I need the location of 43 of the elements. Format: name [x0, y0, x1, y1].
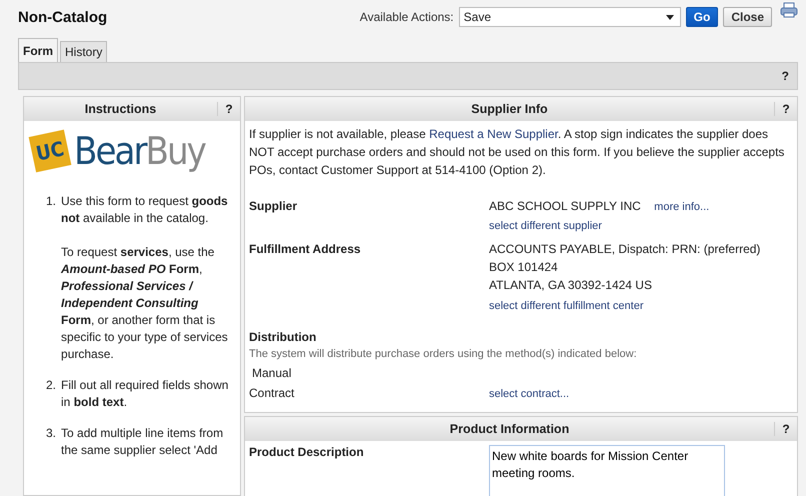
instruction-text: To add multiple line items from the same supplier select 'Add — [61, 425, 224, 459]
notice-text: If supplier is not available, please Request a New Supplier. A stop sign indicates the supplier does NOT accept purchase orders and should not be used on this form. If you believe the supplier accepts POs, contact Customer Support at 514-4100 (Option 2). — [249, 126, 786, 179]
close-button[interactable]: Close — [723, 7, 772, 27]
print-icon[interactable] — [780, 2, 798, 18]
instruction-text: Fill out all required fields shown in bold text. — [61, 377, 230, 411]
change-supplier-link[interactable]: select different supplier — [489, 220, 602, 232]
address-line: BOX 101424 — [489, 260, 559, 275]
request-supplier-link[interactable]: Request a New Supplier — [429, 127, 558, 141]
help-button[interactable]: ? — [782, 69, 789, 83]
instruction-text: Use this form to request goods not available in the catalog. — [61, 193, 229, 227]
more-info-link[interactable]: more info... — [654, 201, 710, 213]
go-button[interactable]: Go — [686, 7, 718, 27]
logo-wordmark: BearBuy — [74, 129, 205, 173]
list-number: 2. — [46, 377, 56, 394]
list-number: 3. — [46, 425, 56, 442]
caret-icon — [666, 14, 674, 20]
field-label: Fulfillment Address — [249, 242, 362, 258]
window-title: Non-Catalog — [18, 8, 108, 26]
help-button[interactable]: ? — [217, 102, 240, 116]
tab[interactable]: History — [60, 41, 108, 62]
address-line: ACCOUNTS PAYABLE, Dispatch: PRN: (preferred) — [489, 242, 762, 257]
help-button[interactable]: ? — [774, 102, 797, 116]
list-number: 1. — [46, 193, 56, 210]
field-label: Contract — [249, 386, 296, 400]
supplier-name: ABC SCHOOL SUPPLY INC — [489, 199, 641, 213]
distribution-method: Manual — [252, 366, 292, 380]
distribution-note: The system will distribute purchase orders using the method(s) indicated below: — [249, 348, 638, 360]
logo-badge: UC — [28, 130, 72, 172]
section-label: Distribution — [249, 330, 318, 344]
change-fulfillment-link[interactable]: select different fulfillment center — [489, 300, 644, 312]
field-label: Product Description — [249, 445, 365, 461]
panel-title: Supplier Info — [470, 102, 549, 116]
field-label: Supplier — [249, 199, 298, 215]
actions-label: Available Actions: — [360, 10, 454, 24]
instruction-text: To request services, use the Amount-based PO Form, Professional Services / Independent Consulting Form, or another form that is specific to your type of services purchase. — [61, 244, 229, 363]
select-contract-link[interactable]: select contract... — [489, 388, 570, 400]
address-line: ATLANTA, GA 30392-1424 US — [489, 278, 653, 293]
tab[interactable]: Form — [18, 38, 58, 62]
help-button[interactable]: ? — [774, 422, 797, 436]
description-field[interactable]: New white boards for Mission Center meeting rooms. — [489, 445, 725, 496]
panel-title: Product Information — [448, 422, 570, 436]
actions-dropdown[interactable]: Save — [458, 7, 681, 27]
panel-title: Instructions — [84, 102, 158, 116]
